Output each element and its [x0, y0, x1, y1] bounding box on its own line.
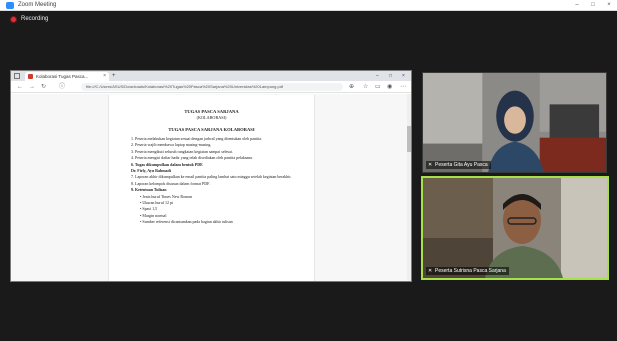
doc-sub-item: • Sumber referensi dicantumkan pada bagi…: [140, 219, 233, 225]
shared-browser-window: Kolaborasi Tugas Pasca... × + – □ × ← → …: [10, 70, 412, 282]
recording-indicator[interactable]: Recording: [10, 14, 48, 24]
doc-list-item: 2. Peserta wajib membawa laptop masing-m…: [131, 142, 212, 148]
refresh-icon[interactable]: ↻: [41, 82, 46, 92]
doc-list-item-bold: 6. Tugas dikumpulkan dalam bentuk PDF.: [131, 161, 204, 167]
more-menu-icon[interactable]: ⋯: [400, 82, 406, 92]
participant-name: Peserta Sutrisna Pasca Sarjana: [435, 268, 506, 274]
participant-1-video: [423, 73, 606, 172]
doc-criteria-title: 9. Ketentuan Tulisan: [131, 187, 167, 193]
doc-sub-item: • Margin normal: [140, 212, 167, 218]
back-icon[interactable]: ←: [17, 82, 23, 92]
doc-list-item: 1. Peserta melakukan kegiatan sesuai den…: [131, 136, 263, 141]
new-tab-button[interactable]: +: [112, 71, 116, 81]
favorites-icon[interactable]: ☆: [363, 82, 368, 92]
pdf-page: TUGAS PASCA SARJANA (KOLABORASI) TUGAS P…: [108, 95, 315, 281]
browser-close-icon[interactable]: ×: [402, 71, 405, 81]
close-icon[interactable]: ×: [602, 0, 616, 11]
doc-sub-item: • Ukuran huruf 12 pt: [140, 200, 174, 206]
doc-list-item: 3. Peserta mengikuti seluruh rangkaian k…: [131, 148, 233, 154]
browser-window-menu-icon[interactable]: [14, 73, 20, 79]
window-title: Zoom Meeting: [18, 2, 57, 8]
participant-name-tag: ✕ Peserta Gita Ayu Pasca: [426, 161, 491, 169]
collections-icon[interactable]: ▭: [375, 82, 381, 92]
participant-name: Peserta Gita Ayu Pasca: [435, 162, 488, 168]
address-bar[interactable]: file:///C:/Users/ASUS/Downloads/Kolabora…: [81, 83, 343, 91]
browser-minimize-icon[interactable]: –: [376, 71, 379, 81]
pdf-viewer: TUGAS PASCA SARJANA (KOLABORASI) TUGAS P…: [11, 94, 411, 281]
tab-close-icon[interactable]: ×: [103, 72, 106, 81]
doc-list-item: 4. Peserta mengisi daftar hadir yang tel…: [131, 155, 253, 161]
recording-label: Recording: [21, 16, 49, 22]
pdf-favicon-icon: [28, 74, 33, 79]
browser-tab-title: Kolaborasi Tugas Pasca...: [36, 74, 89, 79]
pdf-scrollbar-thumb[interactable]: [407, 126, 411, 152]
participant-name-tag: ✕ Peserta Sutrisna Pasca Sarjana: [426, 267, 509, 275]
participant-2-video: [423, 178, 607, 278]
maximize-icon[interactable]: □: [586, 0, 600, 11]
zoom-icon[interactable]: ⊕: [349, 82, 354, 92]
doc-subheading: (KOLABORASI): [196, 115, 227, 120]
doc-section-title: TUGAS PASCA SARJANA KOLABORASI: [168, 127, 255, 132]
doc-sub-item: • Spasi 1,5: [140, 206, 158, 212]
profile-icon[interactable]: ◉: [387, 82, 392, 92]
pdf-scrollbar[interactable]: [407, 94, 411, 281]
video-tile-participant-1[interactable]: ✕ Peserta Gita Ayu Pasca: [422, 72, 607, 173]
browser-toolbar: ← → ↻ ⓘ file:///C:/Users/ASUS/Downloads/…: [11, 81, 411, 93]
info-icon[interactable]: ⓘ: [59, 82, 65, 92]
mic-muted-icon: ✕: [428, 162, 433, 168]
window-title-bar: Zoom Meeting – □ ×: [0, 0, 617, 11]
browser-tab-bar: Kolaborasi Tugas Pasca... × + – □ ×: [11, 71, 411, 81]
zoom-app-icon: [6, 2, 14, 9]
browser-maximize-icon[interactable]: □: [389, 71, 392, 81]
doc-sub-item: • Jenis huruf Times New Roman: [140, 193, 192, 199]
doc-author-line: Dr. Firly, Ayu Rahmadi: [131, 168, 171, 174]
recording-dot-icon: [10, 15, 17, 23]
minimize-icon[interactable]: –: [570, 0, 584, 11]
mic-muted-icon: ✕: [428, 268, 433, 274]
browser-tab[interactable]: Kolaborasi Tugas Pasca... ×: [25, 72, 109, 81]
doc-list-item: 7. Laporan akhir dikumpulkan ke email pa…: [131, 174, 292, 180]
forward-icon[interactable]: →: [29, 82, 35, 92]
doc-list-item: 8. Laporan kelompok disusun dalam format…: [131, 180, 211, 186]
video-tile-participant-2[interactable]: ✕ Peserta Sutrisna Pasca Sarjana: [421, 176, 609, 280]
